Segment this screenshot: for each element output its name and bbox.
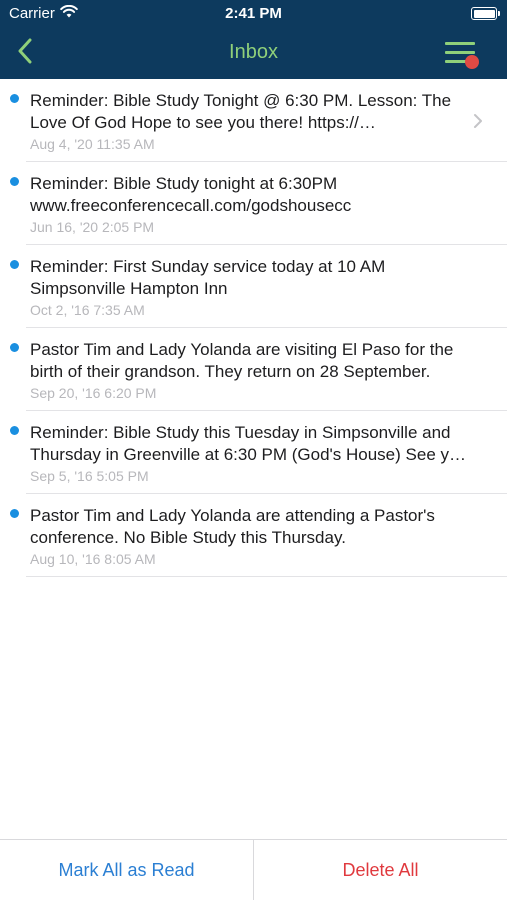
message-date: Sep 20, '16 6:20 PM xyxy=(30,385,157,401)
unread-dot xyxy=(10,177,19,186)
mark-all-read-button[interactable]: Mark All as Read xyxy=(0,840,253,900)
message-date: Jun 16, '20 2:05 PM xyxy=(30,219,155,235)
bottom-toolbar: Mark All as Read Delete All xyxy=(0,839,507,900)
list-item[interactable]: Reminder: Bible Study Tonight @ 6:30 PM.… xyxy=(0,79,507,162)
message-text: Reminder: Bible Study this Tuesday in Si… xyxy=(30,423,466,464)
list-item[interactable]: Pastor Tim and Lady Yolanda are attendin… xyxy=(0,494,507,577)
battery-icon xyxy=(471,7,500,20)
delete-all-button[interactable]: Delete All xyxy=(254,840,507,900)
notification-badge xyxy=(465,55,479,69)
menu-button[interactable] xyxy=(443,38,483,74)
inbox-list: Reminder: Bible Study Tonight @ 6:30 PM.… xyxy=(0,79,507,577)
unread-dot xyxy=(10,343,19,352)
message-date: Aug 10, '16 8:05 AM xyxy=(30,551,156,567)
status-bar: Carrier 2:41 PM xyxy=(0,0,507,28)
unread-dot xyxy=(10,260,19,269)
list-item[interactable]: Reminder: Bible Study tonight at 6:30PM … xyxy=(0,162,507,245)
message-date: Aug 4, '20 11:35 AM xyxy=(30,136,155,152)
message-date: Sep 5, '16 5:05 PM xyxy=(30,468,149,484)
chevron-right-icon xyxy=(473,113,483,129)
separator xyxy=(26,576,507,577)
message-text: Reminder: Bible Study tonight at 6:30PM … xyxy=(30,174,352,215)
list-item[interactable]: Reminder: Bible Study this Tuesday in Si… xyxy=(0,411,507,494)
list-item[interactable]: Pastor Tim and Lady Yolanda are visiting… xyxy=(0,328,507,411)
unread-dot xyxy=(10,509,19,518)
unread-dot xyxy=(10,94,19,103)
message-text: Reminder: First Sunday service today at … xyxy=(30,257,386,298)
message-text: Reminder: Bible Study Tonight @ 6:30 PM.… xyxy=(30,91,452,132)
message-date: Oct 2, '16 7:35 AM xyxy=(30,302,145,318)
page-title: Inbox xyxy=(229,41,278,63)
message-text: Pastor Tim and Lady Yolanda are visiting… xyxy=(30,340,454,381)
list-item[interactable]: Reminder: First Sunday service today at … xyxy=(0,245,507,328)
nav-bar: Inbox xyxy=(0,28,507,79)
unread-dot xyxy=(10,426,19,435)
header: Carrier 2:41 PM Inbox xyxy=(0,0,507,79)
status-time: 2:41 PM xyxy=(225,5,282,22)
message-text: Pastor Tim and Lady Yolanda are attendin… xyxy=(30,506,435,547)
